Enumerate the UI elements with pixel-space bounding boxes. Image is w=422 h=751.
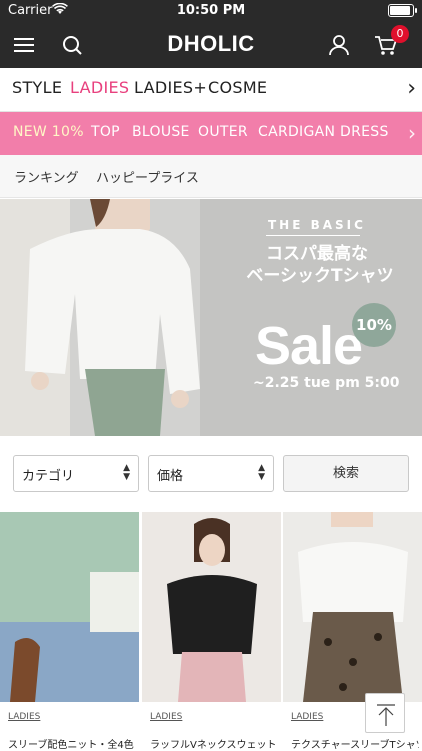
scroll-to-top-button[interactable] (365, 693, 405, 733)
product-name[interactable]: テクスチャースリーブTシャツ (291, 736, 419, 751)
product-image (142, 512, 281, 702)
account-icon[interactable] (326, 32, 352, 58)
subcategory-tab-dress[interactable]: DRESS (340, 124, 389, 140)
banner-end-date: ~2.25 tue pm 5:00 (253, 375, 400, 391)
promo-banner[interactable]: THE BASIC コスパ最高な ベーシックTシャツ Sale 10% ~2.2… (0, 199, 422, 436)
category-select[interactable]: カテゴリ ▲ ▼ (13, 455, 139, 492)
subcategory-tab-outer[interactable]: OUTER (198, 124, 248, 140)
subcategory-tab-new[interactable]: NEW 10% (13, 124, 84, 140)
ranking-link[interactable]: ランキング (14, 167, 79, 186)
main-category-nav: STYLE LADIES LADIES+ COSME › (0, 68, 422, 112)
category-tab-ladies[interactable]: LADIES (70, 78, 129, 97)
category-tab-style[interactable]: STYLE (12, 78, 62, 97)
product-card[interactable]: LADIES ラッフルVネックスウェット (142, 512, 281, 751)
status-bar: Carrier 10:50 PM (0, 0, 422, 22)
battery-icon (388, 4, 417, 17)
product-category-tag[interactable]: LADIES (8, 712, 40, 722)
product-category-tag[interactable]: LADIES (150, 712, 182, 722)
product-grid: LADIES スリーブ配色ニット・全4色 LADIES ラッフルVネックスウェッ… (0, 512, 422, 751)
price-select[interactable]: 価格 ▲ ▼ (148, 455, 274, 492)
arrow-up-icon (377, 704, 395, 726)
happy-price-link[interactable]: ハッピープライス (96, 167, 199, 186)
quick-links-bar: ランキング ハッピープライス (0, 155, 422, 198)
product-name[interactable]: ラッフルVネックスウェット (150, 736, 278, 751)
product-image (283, 512, 422, 702)
banner-headline-2: ベーシックTシャツ (246, 266, 394, 286)
product-name[interactable]: スリーブ配色ニット・全4色 (8, 736, 136, 751)
chevron-right-icon[interactable]: › (408, 121, 416, 145)
subcategory-tab-blouse[interactable]: BLOUSE (132, 124, 190, 140)
updown-caret-icon: ▲ ▼ (258, 463, 265, 482)
updown-caret-icon: ▲ ▼ (123, 463, 130, 482)
subcategory-tab-cardigan[interactable]: CARDIGAN (258, 124, 335, 140)
category-tab-ladies-plus[interactable]: LADIES+ (134, 78, 207, 97)
category-tab-cosme[interactable]: COSME (208, 78, 267, 97)
filter-bar: カテゴリ ▲ ▼ 価格 ▲ ▼ 検索 (0, 436, 422, 512)
app-header: DHOLIC 0 (0, 22, 422, 68)
search-button[interactable]: 検索 (283, 455, 409, 492)
category-select-value: カテゴリ (22, 469, 75, 484)
product-image (0, 512, 139, 702)
banner-divider (266, 235, 360, 236)
product-card[interactable]: LADIES スリーブ配色ニット・全4色 (0, 512, 139, 751)
subcategory-nav: NEW 10% TOP BLOUSE OUTER CARDIGAN DRESS … (0, 112, 422, 155)
chevron-right-icon[interactable]: › (407, 76, 416, 101)
cart-count-badge: 0 (391, 25, 409, 43)
clock-time: 10:50 PM (176, 3, 246, 18)
discount-badge: 10% (352, 303, 396, 347)
subcategory-tab-top[interactable]: TOP (91, 124, 120, 140)
banner-sale-text: Sale (255, 316, 363, 376)
banner-kicker: THE BASIC (268, 218, 366, 232)
product-category-tag[interactable]: LADIES (291, 712, 323, 722)
price-select-value: 価格 (157, 469, 184, 484)
dholic-logo[interactable]: DHOLIC (0, 31, 422, 57)
